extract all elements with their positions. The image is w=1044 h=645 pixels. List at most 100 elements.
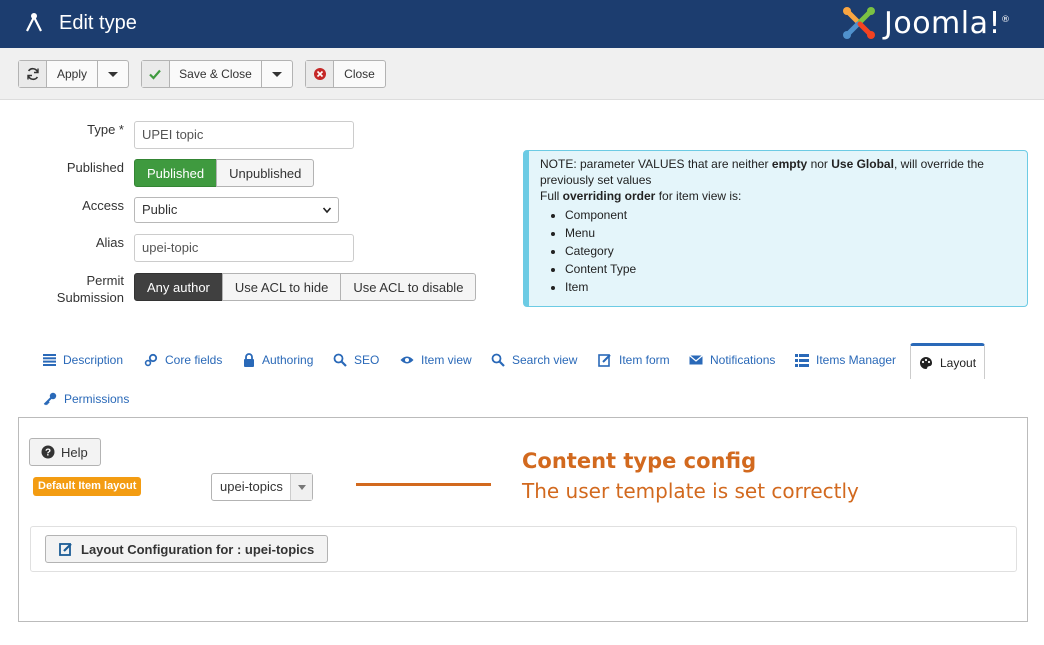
- apply-icon-button[interactable]: [19, 61, 47, 87]
- list-item: Content Type: [565, 260, 1017, 278]
- check-icon: [149, 69, 162, 80]
- joomla-logo-icon: [843, 7, 875, 39]
- type-label: Type *: [87, 122, 124, 137]
- list-lines-icon: [43, 354, 56, 366]
- item-layout-select-value: upei-topics: [220, 479, 283, 494]
- list-icon: [795, 353, 809, 367]
- close-icon-button[interactable]: [306, 61, 334, 87]
- question-icon: ?: [41, 445, 55, 459]
- tab-core-fields-label: Core fields: [165, 353, 223, 367]
- eye-icon: [400, 356, 414, 364]
- annotation-title: Content type config: [522, 449, 757, 473]
- access-select[interactable]: Public: [134, 197, 339, 223]
- unpublished-option[interactable]: Unpublished: [216, 159, 315, 187]
- list-item: Item: [565, 278, 1017, 296]
- note-line-1: NOTE: parameter VALUES that are neither …: [540, 157, 984, 187]
- cancel-icon: [313, 68, 326, 80]
- published-option[interactable]: Published: [134, 159, 218, 187]
- joomla-logo: Joomla!®: [840, 3, 1011, 43]
- tab-description-label: Description: [63, 353, 124, 367]
- annotation-line: [356, 483, 491, 486]
- save-close-button[interactable]: Save & Close: [170, 61, 263, 87]
- edit-icon: [598, 354, 611, 367]
- save-close-button-group: Save & Close: [141, 60, 293, 88]
- override-note: NOTE: parameter VALUES that are neither …: [523, 150, 1028, 307]
- lock-icon: [244, 353, 254, 367]
- annotation-subtitle: The user template is set correctly: [522, 479, 859, 503]
- tab-layout-label: Layout: [940, 355, 977, 370]
- palette-icon: [920, 356, 932, 369]
- save-close-icon-button[interactable]: [142, 61, 170, 87]
- tab-seo-label: SEO: [354, 353, 380, 367]
- tab-item-form-label: Item form: [619, 353, 670, 367]
- page-title: Edit type: [59, 12, 137, 34]
- apply-dropdown-toggle[interactable]: [98, 61, 128, 87]
- tab-item-form[interactable]: Item form: [598, 351, 670, 369]
- access-label: Access: [82, 198, 124, 213]
- item-layout-select[interactable]: upei-topics: [211, 473, 313, 501]
- layout-tab-panel: [18, 417, 1028, 622]
- envelope-icon: [689, 355, 703, 365]
- chevron-down-icon: [297, 484, 306, 490]
- tab-notifications[interactable]: Notifications: [689, 351, 775, 369]
- refresh-icon: [26, 67, 39, 81]
- published-toggle: Published Unpublished: [134, 159, 315, 187]
- close-button-group: Close: [305, 60, 386, 88]
- tab-core-fields[interactable]: Core fields: [144, 351, 222, 369]
- alias-field[interactable]: upei-topic: [134, 234, 354, 262]
- permit-submission-label: Permit Submission: [57, 272, 124, 306]
- tab-search-view[interactable]: Search view: [491, 351, 577, 369]
- tab-items-manager[interactable]: Items Manager: [795, 351, 896, 369]
- tab-authoring[interactable]: Authoring: [243, 351, 313, 369]
- tab-search-view-label: Search view: [512, 353, 578, 367]
- acl-hide-option[interactable]: Use ACL to hide: [221, 273, 342, 301]
- search-icon: [491, 353, 505, 367]
- layout-configuration-button[interactable]: Layout Configuration for : upei-topics: [45, 535, 329, 563]
- page-header: Edit type Joomla!®: [0, 0, 1044, 48]
- close-button[interactable]: Close: [334, 61, 385, 87]
- list-item: Component: [565, 206, 1017, 224]
- help-button[interactable]: ? Help: [29, 438, 101, 466]
- tab-item-view-label: Item view: [421, 353, 472, 367]
- cogs-icon: [144, 353, 158, 367]
- layout-configuration-label: Layout Configuration for : upei-topics: [81, 541, 315, 557]
- type-field[interactable]: UPEI topic: [134, 121, 354, 149]
- permit-submission-toggle: Any author Use ACL to hide Use ACL to di…: [134, 273, 477, 301]
- tab-permissions[interactable]: Permissions: [43, 390, 129, 408]
- default-item-layout-badge: Default Item layout: [33, 477, 142, 496]
- tab-item-view[interactable]: Item view: [400, 351, 472, 369]
- edit-icon: [59, 543, 72, 556]
- apply-button-group: Apply: [18, 60, 129, 88]
- key-icon: [43, 392, 57, 406]
- any-author-option[interactable]: Any author: [134, 273, 223, 301]
- alias-label: Alias: [95, 235, 124, 250]
- search-icon: [333, 353, 347, 367]
- access-select-value: Public: [142, 202, 178, 217]
- tab-items-manager-label: Items Manager: [816, 353, 897, 367]
- joomla-logo-text: Joomla!®: [884, 5, 1011, 41]
- tab-seo[interactable]: SEO: [333, 351, 379, 369]
- permit-label-line2: Submission: [56, 290, 124, 305]
- list-item: Menu: [565, 224, 1017, 242]
- tab-authoring-label: Authoring: [262, 353, 314, 367]
- select-arrow: [290, 474, 312, 500]
- note-line-2: Full overriding order for item view is:: [540, 189, 742, 203]
- svg-text:?: ?: [45, 448, 51, 459]
- toolbar: Apply Save & Close Close: [0, 48, 1044, 100]
- save-close-dropdown-toggle[interactable]: [262, 61, 292, 87]
- chevron-down-icon: [322, 207, 332, 214]
- apply-button[interactable]: Apply: [47, 61, 98, 87]
- tab-notifications-label: Notifications: [710, 353, 776, 367]
- override-order-list: Component Menu Category Content Type Ite…: [565, 206, 1017, 296]
- content-type-icon: [26, 13, 42, 32]
- published-label: Published: [66, 160, 124, 175]
- permit-label-line1: Permit: [86, 273, 124, 288]
- tab-layout[interactable]: Layout: [910, 343, 986, 379]
- tab-permissions-label: Permissions: [64, 392, 130, 406]
- chevron-down-icon: [108, 71, 118, 77]
- tab-description[interactable]: Description: [43, 351, 123, 369]
- acl-disable-option[interactable]: Use ACL to disable: [340, 273, 477, 301]
- help-button-label: Help: [61, 444, 88, 460]
- list-item: Category: [565, 242, 1017, 260]
- chevron-down-icon: [272, 71, 283, 77]
